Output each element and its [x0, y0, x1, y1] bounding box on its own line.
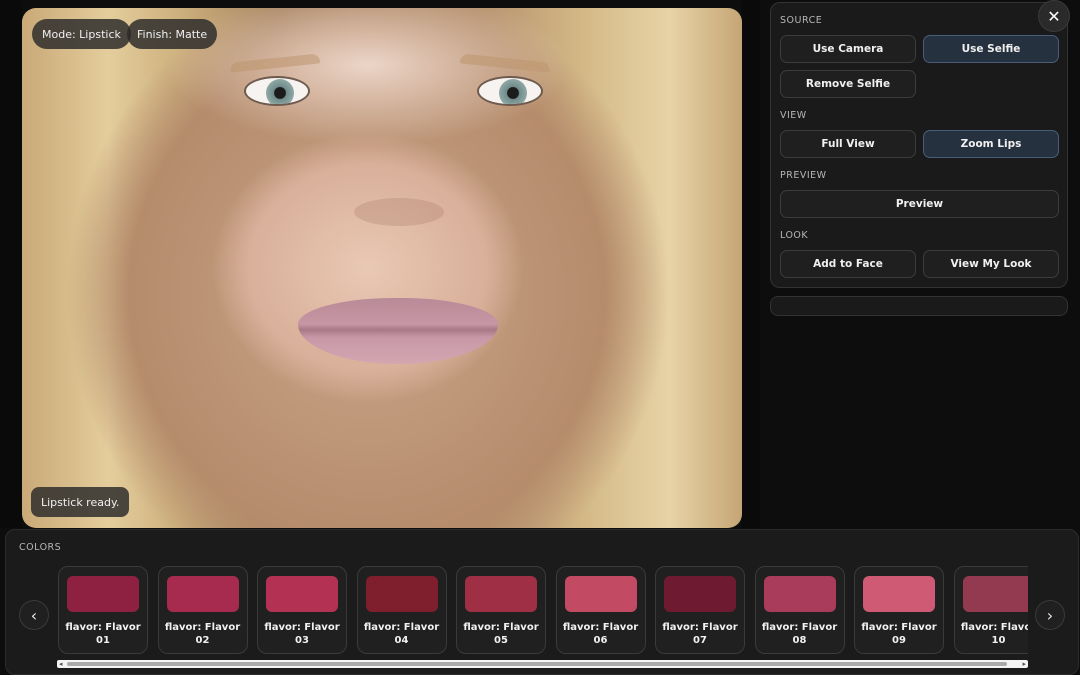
swatch-label: flavor: Flavor 06 [562, 622, 639, 646]
swatch-label: flavor: Flavor 01 [65, 622, 141, 646]
mode-badge: Mode: Lipstick [32, 19, 131, 49]
swatch-card[interactable]: flavor: Flavor 04 [356, 566, 447, 654]
colors-section-label: COLORS [19, 542, 62, 553]
swatch-card[interactable]: flavor: Flavor 07 [655, 566, 745, 654]
swatch-card[interactable]: flavor: Flavor 01 [58, 566, 148, 654]
source-section-label: SOURCE [780, 15, 823, 26]
viewer-left-gutter [0, 0, 22, 528]
look-section-label: LOOK [780, 230, 809, 241]
swatch-color [962, 576, 1028, 612]
add-to-face-button[interactable]: Add to Face [780, 250, 916, 278]
swatch-color [763, 576, 836, 612]
swatch-card[interactable]: flavor: Flavor 03 [257, 566, 347, 654]
chevron-left-icon[interactable]: ‹ [19, 600, 49, 630]
view-section-label: VIEW [780, 110, 807, 121]
chevron-right-icon[interactable]: › [1035, 600, 1065, 630]
right-eyebrow [459, 53, 551, 73]
swatch-card[interactable]: flavor: Flavor 08 [754, 566, 845, 654]
use-selfie-button[interactable]: Use Selfie [923, 35, 1059, 63]
swatch-color [564, 576, 637, 612]
swatch-color [166, 576, 239, 612]
status-message: Lipstick ready. [31, 487, 130, 517]
swatch-color [664, 576, 736, 612]
left-eye [244, 76, 310, 106]
zoom-lips-button[interactable]: Zoom Lips [923, 130, 1059, 158]
swatch-color [67, 576, 139, 612]
swatch-carousel[interactable]: flavor: Flavor 01 flavor: Flavor 02 flavor… [57, 565, 1028, 655]
scroll-thumb[interactable] [67, 662, 1007, 666]
swatch-card[interactable]: flavor: Flavor 09 [854, 566, 944, 654]
swatch-label: flavor: Flavor 08 [761, 622, 838, 646]
swatch-color [465, 576, 537, 612]
close-icon[interactable]: ✕ [1038, 0, 1070, 32]
scroll-left-icon[interactable]: ◂ [59, 660, 63, 668]
swatch-scrollbar[interactable]: ◂ ▸ [57, 660, 1028, 668]
swatch-label: flavor: Flavor 02 [164, 622, 241, 646]
swatch-label: flavor: Flavor 10 [960, 622, 1028, 646]
swatch-card[interactable]: flavor: Flavor 05 [456, 566, 546, 654]
lips-with-lipstick [298, 298, 498, 364]
swatch-label: flavor: Flavor 07 [662, 622, 738, 646]
swatch-color [365, 576, 438, 612]
controls-panel: SOURCE Use Camera Use Selfie Remove Self… [770, 2, 1068, 288]
swatch-label: flavor: Flavor 03 [264, 622, 340, 646]
swatch-label: flavor: Flavor 04 [363, 622, 440, 646]
use-camera-button[interactable]: Use Camera [780, 35, 916, 63]
swatch-label: flavor: Flavor 09 [861, 622, 937, 646]
viewer-right-gutter [742, 0, 760, 528]
left-eyebrow [229, 53, 321, 73]
swatch-card[interactable]: flavor: Flavor 10 [953, 566, 1028, 654]
view-my-look-button[interactable]: View My Look [923, 250, 1059, 278]
swatch-color [266, 576, 338, 612]
swatch-card[interactable]: flavor: Flavor 06 [555, 566, 646, 654]
swatch-card[interactable]: flavor: Flavor 02 [157, 566, 248, 654]
swatch-color [863, 576, 935, 612]
preview-button[interactable]: Preview [780, 190, 1059, 218]
colors-tray: COLORS ‹ flavor: Flavor 01 flavor: Flavor… [5, 529, 1079, 675]
nose [354, 198, 444, 226]
full-view-button[interactable]: Full View [780, 130, 916, 158]
preview-section-label: PREVIEW [780, 170, 827, 181]
right-eye [477, 76, 543, 106]
swatch-label: flavor: Flavor 05 [463, 622, 539, 646]
selfie-preview [22, 8, 742, 528]
secondary-panel [770, 296, 1068, 316]
remove-selfie-button[interactable]: Remove Selfie [780, 70, 916, 98]
scroll-right-icon[interactable]: ▸ [1022, 660, 1026, 668]
finish-badge: Finish: Matte [127, 19, 218, 49]
